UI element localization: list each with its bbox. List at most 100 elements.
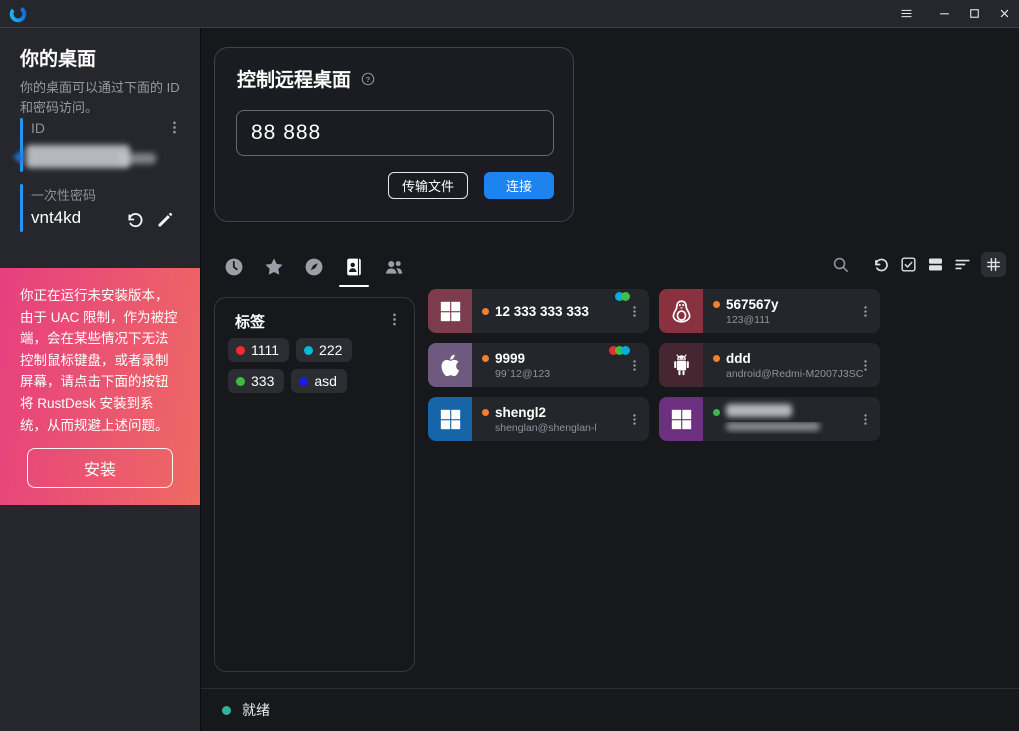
window-controls xyxy=(891,0,1019,27)
install-warning-box: 你正在运行未安装版本，由于 UAC 限制，作为被控端，会在某些情况下无法控制鼠标… xyxy=(0,268,200,505)
statusbar: 就绪 xyxy=(201,688,1019,731)
transfer-file-button[interactable]: 传输文件 xyxy=(388,172,468,199)
star-icon xyxy=(263,256,285,278)
apple-icon xyxy=(437,352,464,379)
peer-status-dot xyxy=(482,355,489,362)
remote-id-input[interactable] xyxy=(236,110,554,156)
tab-star[interactable] xyxy=(254,252,294,282)
peer-tag-dots xyxy=(612,346,630,355)
peer-card[interactable]: 12 333 333 333 xyxy=(428,289,649,333)
peer-menu-icon[interactable] xyxy=(856,410,874,428)
peer-menu-icon[interactable] xyxy=(625,410,643,428)
install-button[interactable]: 安装 xyxy=(27,448,173,488)
one-time-password-value: vnt4kd xyxy=(31,208,81,228)
peer-card[interactable]: ddd android@Redmi-M2007J3SC xyxy=(659,343,880,387)
peer-subtitle: 123@111 xyxy=(713,314,880,326)
compass-icon xyxy=(303,256,325,278)
tag-chip[interactable]: 333 xyxy=(228,369,284,393)
install-warning-text: 你正在运行未安装版本，由于 UAC 限制，作为被控端，会在某些情况下无法控制鼠标… xyxy=(20,285,180,436)
tab-people[interactable] xyxy=(374,252,414,282)
peer-name: ddd xyxy=(726,351,751,366)
grid-toolbar-button[interactable] xyxy=(981,252,1006,277)
menu-button[interactable] xyxy=(891,0,921,27)
peer-os-tile xyxy=(659,289,703,333)
search-toolbar-button[interactable] xyxy=(828,252,853,277)
peer-tag-dots xyxy=(618,292,630,301)
control-remote-title: 控制远程桌面 xyxy=(237,65,351,92)
tag-label: 222 xyxy=(319,342,342,358)
tag-chip[interactable]: 1111 xyxy=(228,338,289,362)
desktop-id-value-blurred-tail xyxy=(118,153,156,164)
windows-icon xyxy=(437,298,464,325)
peer-name xyxy=(726,404,792,420)
tags-title: 标签 xyxy=(235,311,265,332)
peer-info: 567567y 123@111 xyxy=(703,289,880,333)
sort-toolbar-button[interactable] xyxy=(950,252,975,277)
peer-name: 12 333 333 333 xyxy=(495,304,589,319)
password-accent-bar xyxy=(20,184,23,232)
address-book-icon xyxy=(343,256,365,278)
id-menu-icon[interactable] xyxy=(164,117,184,137)
peers-grid: 12 333 333 333 567567y 123@111 9999 99`1… xyxy=(428,289,880,441)
maximize-button[interactable] xyxy=(959,0,989,27)
peer-status-dot xyxy=(713,409,720,416)
peer-menu-icon[interactable] xyxy=(625,356,643,374)
tag-color-dot xyxy=(236,377,245,386)
desktop-id-value-blurred xyxy=(26,145,130,168)
edit-password-icon[interactable] xyxy=(153,207,177,231)
help-icon[interactable]: ? xyxy=(360,71,376,87)
peer-menu-icon[interactable] xyxy=(856,302,874,320)
tag-color-dot xyxy=(299,377,308,386)
peer-info xyxy=(703,397,880,441)
linux-icon xyxy=(668,298,695,325)
sidebar-description: 你的桌面可以通过下面的 ID 和密码访问。 xyxy=(20,78,184,117)
peer-card[interactable]: shengl2 shenglan@shenglan-l xyxy=(428,397,649,441)
peer-status-dot xyxy=(713,355,720,362)
refresh-password-icon[interactable] xyxy=(123,207,147,231)
tab-clock[interactable] xyxy=(214,252,254,282)
tag-color-dot xyxy=(236,346,245,355)
sidebar: 你的桌面 你的桌面可以通过下面的 ID 和密码访问。 ID 一次性密码 vnt4… xyxy=(0,28,200,731)
tab-address-book[interactable] xyxy=(334,252,374,282)
peer-name: 567567y xyxy=(726,297,779,312)
clock-icon xyxy=(223,256,245,278)
peer-card[interactable]: 9999 99`12@123 xyxy=(428,343,649,387)
tags-list: 1111 222 333 asd xyxy=(228,338,404,393)
peer-card[interactable]: 567567y 123@111 xyxy=(659,289,880,333)
main-area: 控制远程桌面 ? 传输文件 连接 标签 1111 222 333 asd 12 … xyxy=(200,28,1019,731)
one-time-password-label: 一次性密码 xyxy=(31,185,96,204)
control-remote-desktop-card: 控制远程桌面 ? 传输文件 连接 xyxy=(214,47,574,222)
peer-info: shengl2 shenglan@shenglan-l xyxy=(472,397,649,441)
peer-info: ddd android@Redmi-M2007J3SC xyxy=(703,343,880,387)
peer-name: shengl2 xyxy=(495,405,546,420)
svg-text:?: ? xyxy=(366,74,371,83)
status-label: 就绪 xyxy=(242,700,270,720)
tags-menu-icon[interactable] xyxy=(384,309,404,329)
people-icon xyxy=(383,256,405,278)
peer-status-dot xyxy=(713,301,720,308)
refresh-toolbar-button[interactable] xyxy=(869,252,894,277)
minimize-button[interactable] xyxy=(929,0,959,27)
rustdesk-logo-icon xyxy=(8,4,28,24)
connect-button[interactable]: 连接 xyxy=(484,172,554,199)
cards-toolbar-button[interactable] xyxy=(923,252,948,277)
tags-panel: 标签 1111 222 333 asd xyxy=(214,297,415,672)
peer-subtitle: shenglan@shenglan-l xyxy=(482,422,649,434)
peer-os-tile xyxy=(428,397,472,441)
id-blur-artifact xyxy=(13,149,23,165)
close-button[interactable] xyxy=(989,0,1019,27)
tag-chip[interactable]: asd xyxy=(291,369,347,393)
peer-menu-icon[interactable] xyxy=(625,302,643,320)
tag-color-dot xyxy=(304,346,313,355)
tag-chip[interactable]: 222 xyxy=(296,338,352,362)
windows-icon xyxy=(437,406,464,433)
peer-card[interactable] xyxy=(659,397,880,441)
peer-os-tile xyxy=(659,397,703,441)
peer-os-tile xyxy=(659,343,703,387)
peer-subtitle: 99`12@123 xyxy=(482,368,649,380)
titlebar xyxy=(0,0,1019,28)
peer-name: 9999 xyxy=(495,351,525,366)
peer-menu-icon[interactable] xyxy=(856,356,874,374)
checkbox-toolbar-button[interactable] xyxy=(896,252,921,277)
tab-compass[interactable] xyxy=(294,252,334,282)
